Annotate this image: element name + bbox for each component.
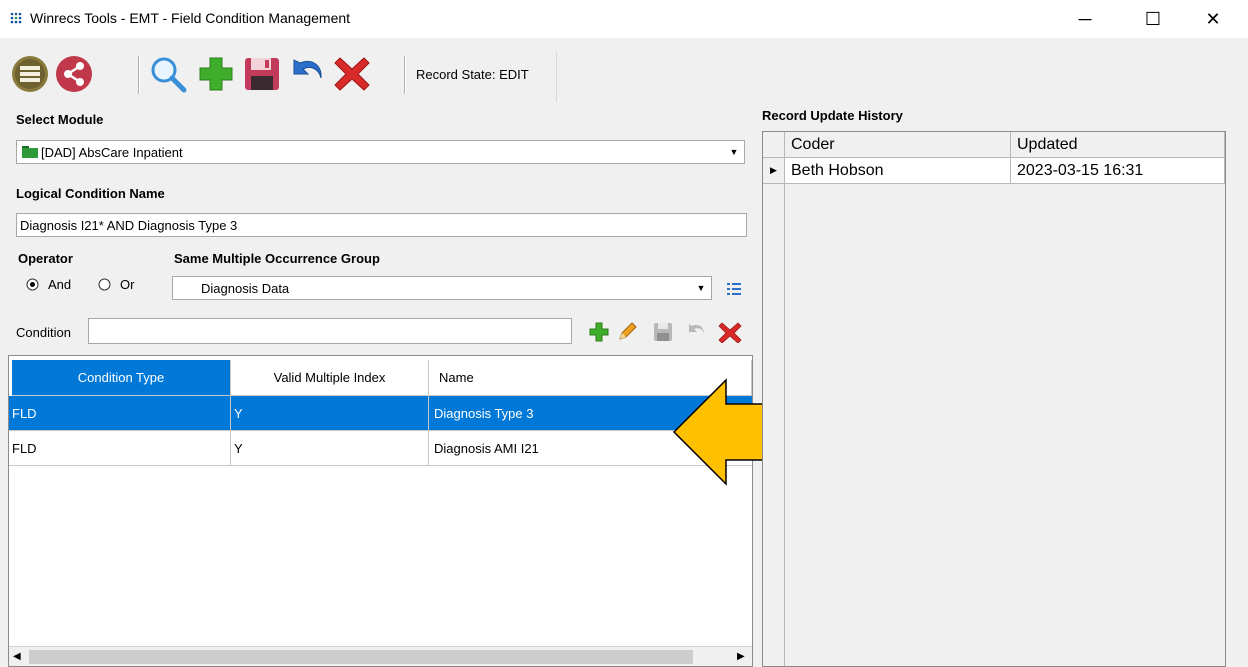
add-condition-icon[interactable] — [588, 321, 610, 343]
toolbar — [10, 46, 1240, 102]
logical-condition-label: Logical Condition Name — [16, 186, 165, 201]
history-grid[interactable]: Coder Updated ▶ Beth Hobson 2023-03-15 1… — [762, 131, 1226, 667]
column-header-valid-multiple-index[interactable]: Valid Multiple Index — [231, 360, 429, 396]
undo-icon[interactable] — [288, 54, 328, 94]
close-button[interactable]: ✕ — [1190, 0, 1236, 38]
scroll-right-icon[interactable]: ▶ — [737, 651, 745, 662]
maximize-button[interactable]: ☐ — [1130, 0, 1176, 38]
condition-label: Condition — [16, 325, 71, 340]
undo-condition-icon[interactable] — [686, 321, 708, 343]
title-bar: Winrecs Tools - EMT - Field Condition Ma… — [0, 0, 1248, 38]
module-select[interactable]: [DAD] AbsCare Inpatient ▼ — [16, 140, 745, 164]
radio-checked-icon — [26, 278, 39, 291]
delete-icon[interactable] — [332, 54, 372, 94]
column-header-condition-type[interactable]: Condition Type — [12, 360, 231, 396]
window-title: Winrecs Tools - EMT - Field Condition Ma… — [30, 10, 351, 26]
save-condition-icon[interactable] — [652, 321, 674, 343]
folder-icon — [22, 146, 38, 158]
logical-condition-input[interactable]: Diagnosis I21* AND Diagnosis Type 3 — [16, 213, 747, 237]
table-row[interactable]: FLD Y Diagnosis Type 3 — [9, 396, 752, 431]
delete-condition-icon[interactable] — [718, 321, 742, 343]
table-row[interactable]: FLD Y Diagnosis AMI I21 — [9, 431, 752, 466]
group-list-icon[interactable] — [724, 279, 744, 299]
edit-condition-icon[interactable] — [616, 321, 638, 343]
chevron-down-icon[interactable]: ▼ — [693, 279, 709, 297]
save-icon[interactable] — [242, 54, 282, 94]
record-state-label: Record State: EDIT — [416, 67, 529, 82]
minimize-button[interactable]: ─ — [1062, 0, 1108, 38]
chevron-down-icon[interactable]: ▼ — [726, 143, 742, 161]
table-cell: FLD — [9, 396, 231, 430]
operator-label: Operator — [18, 251, 73, 266]
horizontal-scrollbar[interactable]: ◀ ▶ — [9, 646, 752, 666]
search-icon[interactable] — [148, 54, 188, 94]
record-history-label: Record Update History — [762, 108, 903, 123]
column-header-updated[interactable]: Updated — [1011, 132, 1225, 158]
module-value: [DAD] AbsCare Inpatient — [41, 145, 183, 160]
column-header-coder[interactable]: Coder — [785, 132, 1011, 158]
app-icon — [10, 12, 22, 24]
condition-input[interactable] — [88, 318, 572, 344]
operator-and-label: And — [48, 277, 72, 292]
scroll-left-icon[interactable]: ◀ — [13, 651, 21, 662]
toolbar-divider — [556, 52, 557, 102]
table-cell: Y — [231, 396, 429, 430]
operator-or-label: Or — [120, 277, 135, 292]
occurrence-group-label: Same Multiple Occurrence Group — [174, 251, 380, 266]
share-icon[interactable] — [54, 54, 94, 94]
add-icon[interactable] — [196, 54, 236, 94]
row-header-corner — [763, 132, 785, 158]
row-selector-icon[interactable]: ▶ — [763, 158, 785, 184]
toolbar-separator — [404, 56, 406, 94]
radio-unchecked-icon — [98, 278, 111, 291]
occurrence-group-value: Diagnosis Data — [201, 281, 290, 296]
table-cell: FLD — [9, 431, 231, 465]
table-cell: Y — [231, 431, 429, 465]
logical-condition-value: Diagnosis I21* AND Diagnosis Type 3 — [20, 218, 238, 233]
table-cell: 2023-03-15 16:31 — [1011, 158, 1225, 184]
table-cell: Beth Hobson — [785, 158, 1011, 184]
condition-grid[interactable]: Condition Type Valid Multiple Index Name… — [8, 355, 753, 667]
row-header-column — [763, 184, 785, 666]
scrollbar-thumb[interactable] — [29, 650, 693, 664]
select-module-label: Select Module — [16, 112, 104, 127]
list-icon[interactable] — [10, 54, 50, 94]
occurrence-group-select[interactable]: Diagnosis Data ▼ — [172, 276, 712, 300]
toolbar-separator — [138, 56, 140, 94]
